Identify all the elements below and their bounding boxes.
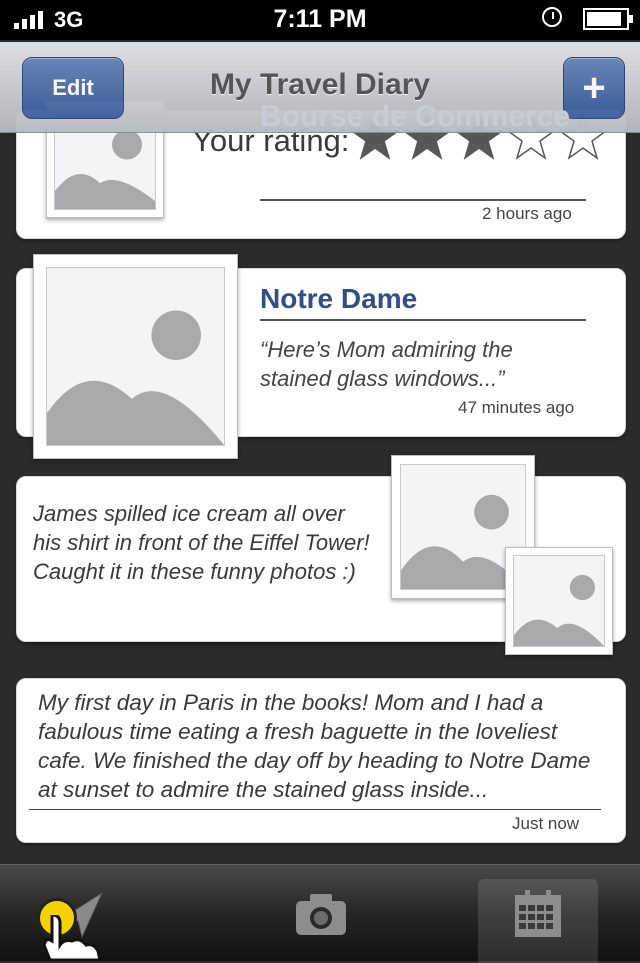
tab-calendar[interactable] [478, 879, 598, 963]
image-placeholder-icon [47, 310, 224, 445]
image-placeholder-icon [514, 574, 604, 646]
entry-title-scrolled: Bourse de Commerce [260, 100, 571, 133]
entry-timestamp: 2 hours ago [482, 204, 572, 223]
diary-entry-notre-dame[interactable]: Notre Dame “Here’s Mom admiring the stai… [16, 254, 626, 459]
page-title: My Travel Diary [209, 68, 431, 101]
divider [260, 319, 586, 321]
add-entry-button[interactable]: + [563, 57, 625, 119]
status-bar: 3G 7:11 PM [0, 0, 640, 40]
entry-text: James spilled ice cream all over his shi… [33, 501, 370, 584]
entry-text: My first day in Paris in the books! Mom … [38, 690, 591, 802]
tab-camera[interactable] [260, 877, 380, 961]
entry-timestamp: 47 minutes ago [458, 398, 575, 417]
calendar-icon [515, 890, 561, 937]
photo-thumbnail[interactable] [33, 254, 238, 459]
battery-icon [583, 8, 633, 30]
photo-thumbnail[interactable] [505, 547, 613, 655]
rotation-lock-icon [542, 7, 562, 27]
diary-entry-eiffel[interactable]: James spilled ice cream all over his shi… [16, 455, 626, 655]
diary-entry-paris-day[interactable]: My first day in Paris in the books! Mom … [16, 678, 626, 843]
divider [29, 809, 601, 810]
pointing-hand-icon [42, 915, 102, 960]
entry-title: Notre Dame [260, 283, 418, 314]
entry-timestamp: Just now [512, 814, 580, 833]
camera-icon [296, 894, 346, 935]
battery-level [587, 12, 622, 26]
entry-caption: “Here’s Mom admiring the stained glass w… [260, 337, 513, 391]
divider [260, 199, 586, 201]
